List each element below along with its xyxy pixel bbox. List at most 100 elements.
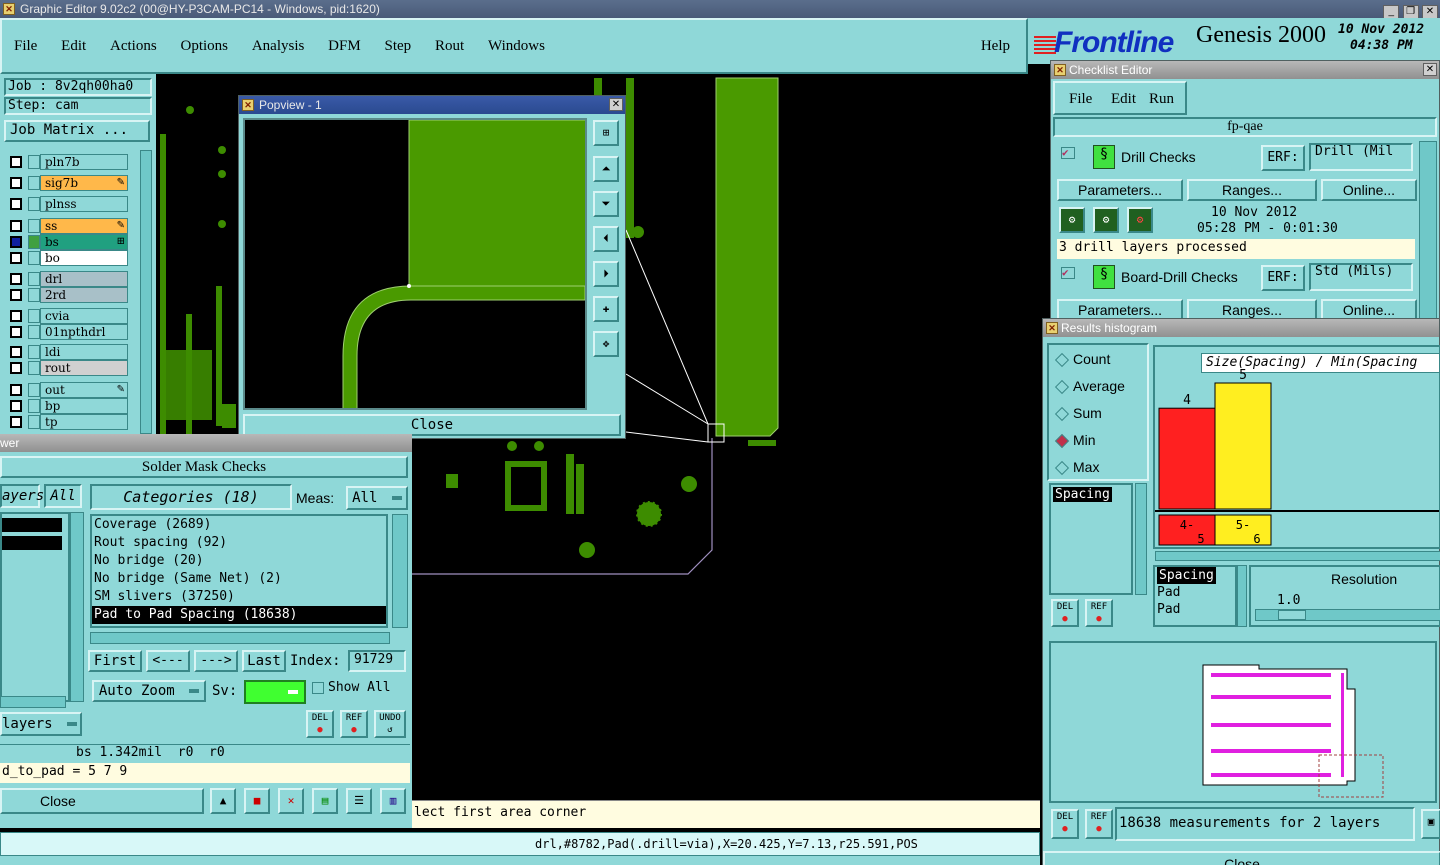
- menu-dfm[interactable]: DFM: [328, 38, 361, 55]
- viewer-layer-row[interactable]: [2, 518, 62, 532]
- layer-checkbox[interactable]: [10, 416, 22, 428]
- mode-min-radio[interactable]: [1054, 433, 1070, 449]
- erf-value[interactable]: Drill (Mil: [1309, 143, 1413, 171]
- del-button[interactable]: DEL ●: [306, 710, 334, 738]
- checklist-menu-edit[interactable]: Edit: [1111, 91, 1136, 108]
- layer-name[interactable]: tp: [40, 414, 128, 430]
- popview-close-icon[interactable]: ✕: [609, 98, 623, 111]
- category-item[interactable]: Coverage (2689): [92, 516, 386, 534]
- layer-checkbox[interactable]: [10, 289, 22, 301]
- histogram-close-button[interactable]: Close: [1043, 851, 1440, 865]
- layer-affected-toggle[interactable]: [28, 251, 40, 265]
- mode-average-radio[interactable]: [1054, 379, 1070, 395]
- layer-checkbox[interactable]: [10, 236, 22, 248]
- layer-checkbox[interactable]: [10, 362, 22, 374]
- layer-checkbox[interactable]: [10, 273, 22, 285]
- layer-affected-toggle[interactable]: [28, 325, 40, 339]
- mode-count-radio[interactable]: [1054, 352, 1070, 368]
- layer-checkbox[interactable]: [10, 177, 22, 189]
- category-item[interactable]: Rout spacing (92): [92, 534, 386, 552]
- minimap-del-button[interactable]: DEL ●: [1051, 809, 1079, 839]
- list2-item[interactable]: Spacing: [1157, 567, 1216, 584]
- erf-button[interactable]: ERF:: [1261, 265, 1305, 291]
- erf-button[interactable]: ERF:: [1261, 145, 1305, 171]
- layer-checkbox[interactable]: [10, 156, 22, 168]
- layer-affected-toggle[interactable]: [28, 197, 40, 211]
- category-item[interactable]: No bridge (20): [92, 552, 386, 570]
- close-icon[interactable]: ✕: [1422, 5, 1438, 19]
- chart-icon[interactable]: ▥: [380, 788, 406, 814]
- pan-down-icon[interactable]: ⏷: [593, 191, 619, 217]
- layer-affected-toggle[interactable]: [28, 272, 40, 286]
- menu-file[interactable]: File: [14, 38, 37, 55]
- list2-item[interactable]: Pad: [1157, 601, 1235, 618]
- menu-help[interactable]: Help: [981, 38, 1010, 55]
- tool-icon-5[interactable]: ☰: [346, 788, 372, 814]
- layer-affected-toggle[interactable]: [28, 399, 40, 413]
- histogram-bar[interactable]: [1214, 382, 1272, 510]
- zoom-fit-icon[interactable]: ⊞: [593, 120, 619, 146]
- layer-name[interactable]: cvia: [40, 308, 128, 324]
- popview-canvas[interactable]: [243, 118, 587, 410]
- menu-rout[interactable]: Rout: [435, 38, 464, 55]
- category-scrollbar[interactable]: [392, 514, 408, 628]
- layer-name[interactable]: bp: [40, 398, 128, 414]
- layer-name[interactable]: rout: [40, 360, 128, 376]
- layer-name[interactable]: sig7b ✎: [40, 175, 128, 191]
- viewer-layer-scrollbar[interactable]: [70, 512, 84, 702]
- tool-icon-3[interactable]: ✕: [278, 788, 304, 814]
- auto-zoom-dropdown[interactable]: Auto Zoom: [92, 680, 206, 702]
- layer-name[interactable]: pln7b: [40, 154, 128, 170]
- layer-affected-toggle[interactable]: [28, 219, 40, 233]
- layer-affected-toggle[interactable]: [28, 235, 40, 249]
- next-button[interactable]: --->: [194, 650, 238, 672]
- list2-item[interactable]: Pad: [1157, 584, 1235, 601]
- job-matrix-button[interactable]: Job Matrix ...: [4, 120, 150, 142]
- histogram-list-scrollbar[interactable]: [1135, 483, 1147, 595]
- tool-icon-2[interactable]: ■: [244, 788, 270, 814]
- category-item[interactable]: SM slivers (37250): [92, 588, 386, 606]
- category-item[interactable]: Pad to Pad Spacing (18638): [92, 606, 386, 624]
- category-hscroll[interactable]: [90, 632, 390, 644]
- layer-checkbox[interactable]: [10, 384, 22, 396]
- show-all-checkbox[interactable]: [312, 682, 324, 694]
- menu-analysis[interactable]: Analysis: [252, 38, 305, 55]
- check-enabled-icon[interactable]: ✔: [1061, 267, 1075, 279]
- layer-name[interactable]: bs ⊞: [40, 234, 128, 250]
- resolution-slider-thumb[interactable]: [1278, 610, 1306, 620]
- layer-checkbox[interactable]: [10, 326, 22, 338]
- first-button[interactable]: First: [88, 650, 142, 672]
- board-minimap[interactable]: [1049, 641, 1437, 803]
- online-button[interactable]: Online...: [1321, 179, 1417, 201]
- layer-affected-toggle[interactable]: [28, 361, 40, 375]
- layer-checkbox[interactable]: [10, 198, 22, 210]
- list2-scrollbar[interactable]: [1237, 565, 1247, 627]
- layer-affected-toggle[interactable]: [28, 345, 40, 359]
- layers-dropdown[interactable]: layers: [0, 712, 82, 736]
- histogram-list-item[interactable]: Spacing: [1053, 487, 1112, 502]
- menu-windows[interactable]: Windows: [488, 38, 545, 55]
- layer-name[interactable]: ss ✎: [40, 218, 128, 234]
- layer-affected-toggle[interactable]: [28, 415, 40, 429]
- viewer-layer-hscroll[interactable]: [0, 696, 66, 708]
- checklist-scrollbar[interactable]: [1419, 141, 1437, 321]
- layer-name[interactable]: 2rd: [40, 287, 128, 303]
- layer-checkbox[interactable]: [10, 252, 22, 264]
- pan-right-icon[interactable]: ⏵: [593, 261, 619, 287]
- zoom-out-icon[interactable]: ✥: [593, 331, 619, 357]
- prev-button[interactable]: <---: [146, 650, 190, 672]
- layer-checkbox[interactable]: [10, 346, 22, 358]
- layer-affected-toggle[interactable]: [28, 309, 40, 323]
- meas-dropdown[interactable]: All: [346, 486, 408, 510]
- layer-name[interactable]: plnss: [40, 196, 128, 212]
- menu-step[interactable]: Step: [385, 38, 412, 55]
- layer-scrollbar[interactable]: [140, 150, 152, 434]
- index-input[interactable]: 91729: [348, 650, 406, 672]
- layer-name[interactable]: 01npthdrl: [40, 324, 128, 340]
- layer-name[interactable]: ldi: [40, 344, 128, 360]
- layer-checkbox[interactable]: [10, 400, 22, 412]
- tool-icon-4[interactable]: ▤: [312, 788, 338, 814]
- checklist-menu-file[interactable]: File: [1069, 91, 1092, 108]
- erf-value[interactable]: Std (Mils): [1309, 263, 1413, 291]
- pan-left-icon[interactable]: ⏴: [593, 226, 619, 252]
